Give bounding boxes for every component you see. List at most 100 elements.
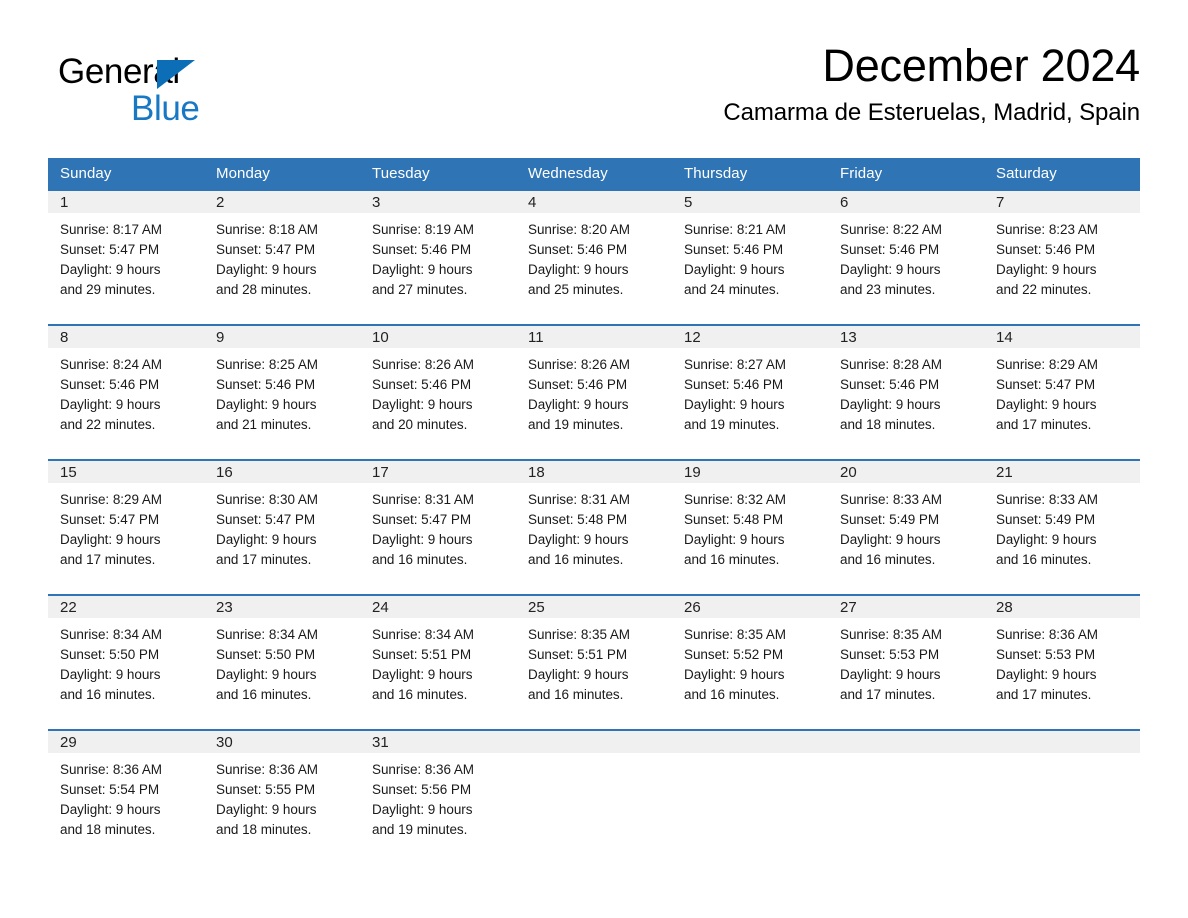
day-daylight-line1-text: Daylight: 9 hours [996, 262, 1097, 277]
calendar-day-cell[interactable]: 31 Sunrise: 8:36 AM Sunset: 5:56 PM Dayligh… [360, 729, 516, 865]
day-details: Sunrise: 8:33 AM Sunset: 5:49 PM Daylight:… [828, 483, 984, 570]
day-number: 10 [360, 326, 516, 348]
logo-text-blue: Blue [131, 89, 200, 128]
day-number: 2 [204, 191, 360, 213]
day-sunrise-text: Sunrise: 8:19 AM [372, 222, 475, 237]
day-daylight-line1-text: Daylight: 9 hours [840, 397, 941, 412]
day-number: 22 [48, 596, 204, 618]
calendar-day-cell[interactable]: 25 Sunrise: 8:35 AM Sunset: 5:51 PM Dayligh… [516, 594, 672, 730]
day-details: Sunrise: 8:20 AM Sunset: 5:46 PM Daylight:… [516, 213, 672, 300]
day-sunrise-text: Sunrise: 8:34 AM [216, 627, 319, 642]
day-sunrise-text: Sunrise: 8:35 AM [840, 627, 943, 642]
calendar-day-cell[interactable]: 21 Sunrise: 8:33 AM Sunset: 5:49 PM Dayligh… [984, 459, 1140, 595]
day-daylight-line2-text: and 17 minutes. [60, 552, 156, 567]
calendar-day-cell[interactable]: 12 Sunrise: 8:27 AM Sunset: 5:46 PM Dayligh… [672, 324, 828, 460]
day-daylight-line1-text: Daylight: 9 hours [216, 262, 317, 277]
calendar-day-cell[interactable]: 11 Sunrise: 8:26 AM Sunset: 5:46 PM Dayligh… [516, 324, 672, 460]
day-sunset-text: Sunset: 5:46 PM [216, 377, 316, 392]
calendar-day-cell[interactable]: 9 Sunrise: 8:25 AM Sunset: 5:46 PM Daylight… [204, 324, 360, 460]
calendar-day-cell[interactable]: 20 Sunrise: 8:33 AM Sunset: 5:49 PM Dayligh… [828, 459, 984, 595]
calendar-day-cell[interactable]: 15 Sunrise: 8:29 AM Sunset: 5:47 PM Dayligh… [48, 459, 204, 595]
day-daylight-line2-text: and 17 minutes. [840, 687, 936, 702]
day-daylight-line2-text: and 19 minutes. [684, 417, 780, 432]
calendar-day-cell[interactable]: 27 Sunrise: 8:35 AM Sunset: 5:53 PM Dayligh… [828, 594, 984, 730]
calendar-day-cell[interactable]: 16 Sunrise: 8:30 AM Sunset: 5:47 PM Dayligh… [204, 459, 360, 595]
day-daylight-line2-text: and 21 minutes. [216, 417, 312, 432]
generalblue-logo[interactable]: General Blue [58, 52, 258, 128]
calendar-day-cell[interactable]: 2 Sunrise: 8:18 AM Sunset: 5:47 PM Daylight… [204, 189, 360, 325]
day-sunrise-text: Sunrise: 8:27 AM [684, 357, 787, 372]
day-daylight-line2-text: and 27 minutes. [372, 282, 468, 297]
day-daylight-line1-text: Daylight: 9 hours [996, 532, 1097, 547]
calendar-day-cell[interactable]: 23 Sunrise: 8:34 AM Sunset: 5:50 PM Dayligh… [204, 594, 360, 730]
calendar-day-cell[interactable]: 24 Sunrise: 8:34 AM Sunset: 5:51 PM Dayligh… [360, 594, 516, 730]
day-daylight-line2-text: and 29 minutes. [60, 282, 156, 297]
day-daylight-line2-text: and 17 minutes. [996, 687, 1092, 702]
title-block: December 2024 Camarma de Esteruelas, Mad… [440, 38, 1140, 130]
day-details: Sunrise: 8:35 AM Sunset: 5:51 PM Daylight:… [516, 618, 672, 705]
day-sunset-text: Sunset: 5:49 PM [996, 512, 1096, 527]
day-daylight-line1-text: Daylight: 9 hours [216, 802, 317, 817]
calendar-day-cell[interactable]: 4 Sunrise: 8:20 AM Sunset: 5:46 PM Daylight… [516, 189, 672, 325]
calendar-day-cell[interactable]: 13 Sunrise: 8:28 AM Sunset: 5:46 PM Dayligh… [828, 324, 984, 460]
day-details: Sunrise: 8:26 AM Sunset: 5:46 PM Daylight:… [516, 348, 672, 435]
calendar-day-cell[interactable]: 29 Sunrise: 8:36 AM Sunset: 5:54 PM Dayligh… [48, 729, 204, 865]
calendar-day-cell[interactable]: 26 Sunrise: 8:35 AM Sunset: 5:52 PM Dayligh… [672, 594, 828, 730]
day-daylight-line1-text: Daylight: 9 hours [372, 667, 473, 682]
calendar-day-cell[interactable]: 22 Sunrise: 8:34 AM Sunset: 5:50 PM Dayligh… [48, 594, 204, 730]
day-number: 27 [828, 596, 984, 618]
day-daylight-line1-text: Daylight: 9 hours [60, 532, 161, 547]
day-daylight-line2-text: and 16 minutes. [372, 687, 468, 702]
day-details: Sunrise: 8:35 AM Sunset: 5:52 PM Daylight:… [672, 618, 828, 705]
day-number: 26 [672, 596, 828, 618]
day-number: 24 [360, 596, 516, 618]
day-sunset-text: Sunset: 5:49 PM [840, 512, 940, 527]
day-daylight-line1-text: Daylight: 9 hours [684, 397, 785, 412]
day-sunrise-text: Sunrise: 8:21 AM [684, 222, 787, 237]
day-sunset-text: Sunset: 5:53 PM [840, 647, 940, 662]
calendar-day-cell[interactable]: 30 Sunrise: 8:36 AM Sunset: 5:55 PM Dayligh… [204, 729, 360, 865]
day-daylight-line2-text: and 18 minutes. [840, 417, 936, 432]
calendar-day-cell[interactable]: 10 Sunrise: 8:26 AM Sunset: 5:46 PM Dayligh… [360, 324, 516, 460]
day-number: 12 [672, 326, 828, 348]
day-daylight-line2-text: and 24 minutes. [684, 282, 780, 297]
day-daylight-line2-text: and 16 minutes. [528, 687, 624, 702]
day-number: 28 [984, 596, 1140, 618]
day-daylight-line1-text: Daylight: 9 hours [60, 667, 161, 682]
calendar-day-cell[interactable]: 1 Sunrise: 8:17 AM Sunset: 5:47 PM Daylight… [48, 189, 204, 325]
day-number: 31 [360, 731, 516, 753]
calendar-day-cell[interactable]: 17 Sunrise: 8:31 AM Sunset: 5:47 PM Dayligh… [360, 459, 516, 595]
day-sunset-text: Sunset: 5:46 PM [840, 377, 940, 392]
day-number: 15 [48, 461, 204, 483]
day-daylight-line1-text: Daylight: 9 hours [372, 532, 473, 547]
day-daylight-line1-text: Daylight: 9 hours [528, 667, 629, 682]
day-details: Sunrise: 8:21 AM Sunset: 5:46 PM Daylight:… [672, 213, 828, 300]
calendar-day-cell[interactable]: 6 Sunrise: 8:22 AM Sunset: 5:46 PM Daylight… [828, 189, 984, 325]
day-sunrise-text: Sunrise: 8:36 AM [372, 762, 475, 777]
day-number: 1 [48, 191, 204, 213]
day-details: Sunrise: 8:35 AM Sunset: 5:53 PM Daylight:… [828, 618, 984, 705]
calendar-day-cell[interactable]: 28 Sunrise: 8:36 AM Sunset: 5:53 PM Dayligh… [984, 594, 1140, 730]
calendar-week-row: 29 Sunrise: 8:36 AM Sunset: 5:54 PM Dayligh… [48, 729, 1140, 865]
day-sunset-text: Sunset: 5:54 PM [60, 782, 160, 797]
calendar-day-cell[interactable]: 7 Sunrise: 8:23 AM Sunset: 5:46 PM Daylight… [984, 189, 1140, 325]
calendar-day-cell[interactable]: 18 Sunrise: 8:31 AM Sunset: 5:48 PM Dayligh… [516, 459, 672, 595]
day-sunrise-text: Sunrise: 8:17 AM [60, 222, 163, 237]
day-daylight-line1-text: Daylight: 9 hours [840, 532, 941, 547]
day-daylight-line1-text: Daylight: 9 hours [684, 262, 785, 277]
day-sunrise-text: Sunrise: 8:34 AM [372, 627, 475, 642]
calendar-day-cell[interactable]: 19 Sunrise: 8:32 AM Sunset: 5:48 PM Dayligh… [672, 459, 828, 595]
day-sunrise-text: Sunrise: 8:36 AM [996, 627, 1099, 642]
calendar-day-cell[interactable]: 3 Sunrise: 8:19 AM Sunset: 5:46 PM Daylight… [360, 189, 516, 325]
day-daylight-line1-text: Daylight: 9 hours [372, 397, 473, 412]
dow-header-monday: Monday [204, 158, 360, 190]
sunrise-sunset-calendar: Sunday Monday Tuesday Wednesday Thursday… [48, 158, 1140, 865]
day-sunset-text: Sunset: 5:46 PM [684, 377, 784, 392]
dow-header-thursday: Thursday [672, 158, 828, 190]
calendar-day-cell[interactable]: 5 Sunrise: 8:21 AM Sunset: 5:46 PM Daylight… [672, 189, 828, 325]
calendar-day-cell[interactable]: 8 Sunrise: 8:24 AM Sunset: 5:46 PM Daylight… [48, 324, 204, 460]
day-sunrise-text: Sunrise: 8:18 AM [216, 222, 319, 237]
day-details: Sunrise: 8:23 AM Sunset: 5:46 PM Daylight:… [984, 213, 1140, 300]
calendar-day-cell[interactable]: 14 Sunrise: 8:29 AM Sunset: 5:47 PM Dayligh… [984, 324, 1140, 460]
day-number: 7 [984, 191, 1140, 213]
